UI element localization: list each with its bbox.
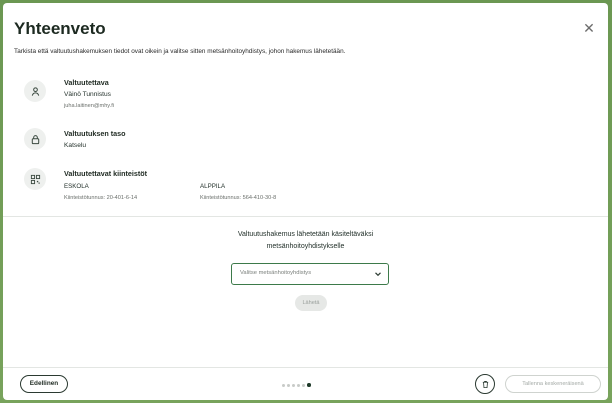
previous-button[interactable]: Edellinen [20, 375, 68, 393]
level-value: Katselu [64, 142, 86, 149]
properties-section: Valtuutettavat kiinteistöt ESKOLA Kiinte… [14, 166, 594, 211]
authorized-title: Valtuutettava [64, 78, 109, 87]
property-name: ALPPILA [200, 183, 226, 190]
trash-icon [482, 380, 488, 388]
step-dot-active [307, 383, 311, 387]
send-button[interactable]: Lähetä [295, 295, 327, 311]
authorized-name: Väinö Tunnistus [64, 91, 111, 98]
lock-icon [24, 128, 46, 150]
property-id: Kiinteistötunnus: 564-410-30-8 [200, 195, 277, 201]
authorized-section: Valtuutettava Väinö Tunnistus juha.laiti… [14, 78, 594, 118]
footer-divider [3, 367, 608, 368]
property-item: ESKOLA Kiinteistötunnus: 20-401-6-14 [64, 183, 137, 201]
summary-modal: Yhteenveto ✕ Tarkista että valtuutushake… [3, 3, 608, 400]
level-section: Valtuutuksen taso Katselu [14, 126, 594, 156]
section-divider [3, 216, 608, 217]
send-instructions: Valtuutushakemus lähetetään käsiteltäväk… [3, 229, 608, 253]
delete-draft-button[interactable] [475, 374, 495, 394]
property-name: ESKOLA [64, 183, 89, 190]
association-select[interactable]: Valitse metsänhoitoyhdistys [231, 263, 389, 285]
step-dot [297, 383, 300, 387]
step-dot [282, 383, 285, 387]
authorized-email: juha.laitinen@mhy.fi [64, 103, 115, 109]
close-icon[interactable]: ✕ [582, 21, 596, 35]
property-item: ALPPILA Kiinteistötunnus: 564-410-30-8 [200, 183, 276, 201]
qr-code-icon [24, 168, 46, 190]
association-select-placeholder: Valitse metsänhoitoyhdistys [240, 270, 312, 276]
send-instructions-line2: metsänhoitoyhdistykselle [266, 243, 345, 250]
step-dot [292, 383, 295, 387]
properties-title: Valtuutettavat kiinteistöt [64, 169, 148, 178]
intro-text: Tarkista että valtuutushakemuksen tiedot… [14, 48, 346, 55]
step-indicator [282, 382, 311, 388]
step-dot [302, 383, 305, 387]
level-title: Valtuutuksen taso [64, 129, 126, 138]
modal-title: Yhteenveto [14, 19, 106, 38]
property-id: Kiinteistötunnus: 20-401-6-14 [64, 195, 138, 201]
send-instructions-line1: Valtuutushakemus lähetetään käsiteltäväk… [237, 231, 374, 238]
chevron-down-icon [375, 272, 381, 277]
save-draft-button[interactable]: Tallenna keskeneräisenä [505, 375, 601, 393]
step-dot [287, 383, 290, 387]
person-icon [24, 80, 46, 102]
